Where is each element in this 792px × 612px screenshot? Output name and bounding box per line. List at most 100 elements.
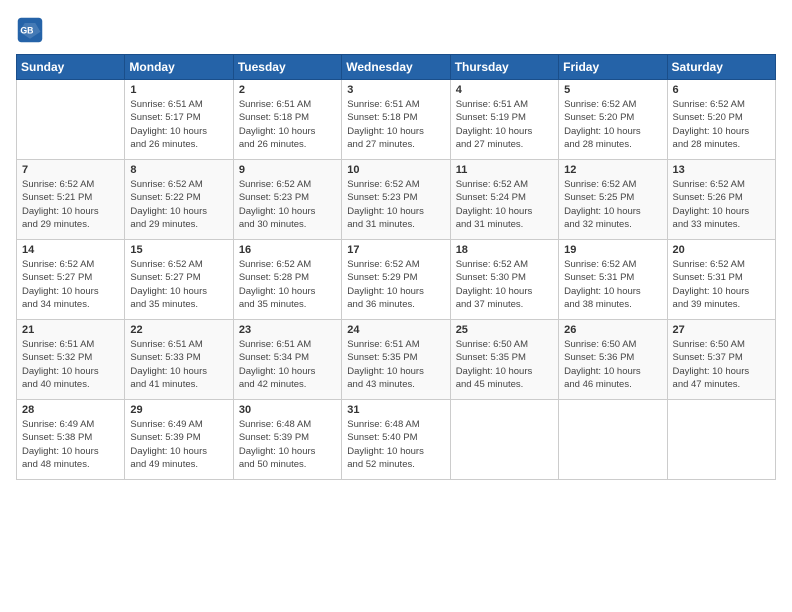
day-info: Sunrise: 6:48 AM Sunset: 5:39 PM Dayligh… (239, 418, 336, 471)
day-cell: 13Sunrise: 6:52 AM Sunset: 5:26 PM Dayli… (667, 160, 775, 240)
day-number: 16 (239, 244, 336, 256)
day-cell: 22Sunrise: 6:51 AM Sunset: 5:33 PM Dayli… (125, 320, 233, 400)
day-cell: 17 Sunrise: 6:52 AM Sunset: 5:29 PM Dayli… (342, 240, 450, 320)
day-cell: 15 Sunrise: 6:52 AM Sunset: 5:27 PM Dayli… (125, 240, 233, 320)
day-cell: 25Sunrise: 6:50 AM Sunset: 5:35 PM Dayli… (450, 320, 558, 400)
day-info: Sunrise: 6:52 AM Sunset: 5:23 PM Dayligh… (239, 178, 336, 231)
col-header-monday: Monday (125, 55, 233, 80)
day-number: 24 (347, 324, 444, 336)
day-number: 22 (130, 324, 227, 336)
day-cell: 27 Sunrise: 6:50 AM Sunset: 5:37 PM Dayli… (667, 320, 775, 400)
day-info: Sunrise: 6:49 AM Sunset: 5:38 PM Dayligh… (22, 418, 119, 471)
day-cell: 31Sunrise: 6:48 AM Sunset: 5:40 PM Dayli… (342, 400, 450, 480)
day-cell: 21 Sunrise: 6:51 AM Sunset: 5:32 PM Dayli… (17, 320, 125, 400)
day-cell: 23Sunrise: 6:51 AM Sunset: 5:34 PM Dayli… (233, 320, 341, 400)
day-cell: 7Sunrise: 6:52 AM Sunset: 5:21 PM Daylig… (17, 160, 125, 240)
day-cell: 19Sunrise: 6:52 AM Sunset: 5:31 PM Dayli… (559, 240, 667, 320)
day-cell (559, 400, 667, 480)
logo-icon: GB (16, 16, 44, 44)
day-info: Sunrise: 6:52 AM Sunset: 5:23 PM Dayligh… (347, 178, 444, 231)
day-cell: 4Sunrise: 6:51 AM Sunset: 5:19 PM Daylig… (450, 80, 558, 160)
day-info: Sunrise: 6:51 AM Sunset: 5:19 PM Dayligh… (456, 98, 553, 151)
day-info: Sunrise: 6:52 AM Sunset: 5:25 PM Dayligh… (564, 178, 661, 231)
day-number: 26 (564, 324, 661, 336)
day-number: 5 (564, 84, 661, 96)
day-info: Sunrise: 6:51 AM Sunset: 5:17 PM Dayligh… (130, 98, 227, 151)
day-number: 21 (22, 324, 119, 336)
day-info: Sunrise: 6:52 AM Sunset: 5:31 PM Dayligh… (673, 258, 770, 311)
day-cell: 12 Sunrise: 6:52 AM Sunset: 5:25 PM Dayli… (559, 160, 667, 240)
day-number: 3 (347, 84, 444, 96)
day-cell: 16 Sunrise: 6:52 AM Sunset: 5:28 PM Dayli… (233, 240, 341, 320)
col-header-thursday: Thursday (450, 55, 558, 80)
day-number: 27 (673, 324, 770, 336)
day-number: 15 (130, 244, 227, 256)
day-info: Sunrise: 6:52 AM Sunset: 5:24 PM Dayligh… (456, 178, 553, 231)
col-header-friday: Friday (559, 55, 667, 80)
day-cell: 3 Sunrise: 6:51 AM Sunset: 5:18 PM Daylig… (342, 80, 450, 160)
day-cell: 30 Sunrise: 6:48 AM Sunset: 5:39 PM Dayli… (233, 400, 341, 480)
day-cell: 26 Sunrise: 6:50 AM Sunset: 5:36 PM Dayli… (559, 320, 667, 400)
day-cell (667, 400, 775, 480)
col-header-tuesday: Tuesday (233, 55, 341, 80)
day-number: 10 (347, 164, 444, 176)
day-info: Sunrise: 6:50 AM Sunset: 5:36 PM Dayligh… (564, 338, 661, 391)
col-header-wednesday: Wednesday (342, 55, 450, 80)
day-number: 8 (130, 164, 227, 176)
week-row-3: 14 Sunrise: 6:52 AM Sunset: 5:27 PM Dayli… (17, 240, 776, 320)
day-info: Sunrise: 6:52 AM Sunset: 5:29 PM Dayligh… (347, 258, 444, 311)
col-header-saturday: Saturday (667, 55, 775, 80)
day-number: 7 (22, 164, 119, 176)
header: GB (16, 16, 776, 44)
week-row-4: 21 Sunrise: 6:51 AM Sunset: 5:32 PM Dayli… (17, 320, 776, 400)
day-cell (17, 80, 125, 160)
day-cell: 29Sunrise: 6:49 AM Sunset: 5:39 PM Dayli… (125, 400, 233, 480)
day-cell: 28 Sunrise: 6:49 AM Sunset: 5:38 PM Dayli… (17, 400, 125, 480)
day-cell: 11 Sunrise: 6:52 AM Sunset: 5:24 PM Dayli… (450, 160, 558, 240)
day-number: 30 (239, 404, 336, 416)
day-info: Sunrise: 6:51 AM Sunset: 5:18 PM Dayligh… (239, 98, 336, 151)
day-info: Sunrise: 6:51 AM Sunset: 5:18 PM Dayligh… (347, 98, 444, 151)
day-number: 2 (239, 84, 336, 96)
day-cell: 6Sunrise: 6:52 AM Sunset: 5:20 PM Daylig… (667, 80, 775, 160)
calendar-table: SundayMondayTuesdayWednesdayThursdayFrid… (16, 54, 776, 480)
day-info: Sunrise: 6:52 AM Sunset: 5:31 PM Dayligh… (564, 258, 661, 311)
day-number: 17 (347, 244, 444, 256)
day-number: 11 (456, 164, 553, 176)
day-info: Sunrise: 6:52 AM Sunset: 5:20 PM Dayligh… (564, 98, 661, 151)
day-info: Sunrise: 6:52 AM Sunset: 5:30 PM Dayligh… (456, 258, 553, 311)
day-number: 18 (456, 244, 553, 256)
day-cell (450, 400, 558, 480)
day-cell: 10 Sunrise: 6:52 AM Sunset: 5:23 PM Dayli… (342, 160, 450, 240)
day-number: 20 (673, 244, 770, 256)
page-container: GB SundayMondayTuesdayWednesdayThursdayF… (0, 0, 792, 488)
day-info: Sunrise: 6:52 AM Sunset: 5:20 PM Dayligh… (673, 98, 770, 151)
col-header-sunday: Sunday (17, 55, 125, 80)
day-number: 9 (239, 164, 336, 176)
day-number: 12 (564, 164, 661, 176)
day-info: Sunrise: 6:52 AM Sunset: 5:27 PM Dayligh… (22, 258, 119, 311)
day-cell: 8 Sunrise: 6:52 AM Sunset: 5:22 PM Daylig… (125, 160, 233, 240)
day-info: Sunrise: 6:52 AM Sunset: 5:28 PM Dayligh… (239, 258, 336, 311)
day-cell: 20 Sunrise: 6:52 AM Sunset: 5:31 PM Dayli… (667, 240, 775, 320)
day-info: Sunrise: 6:52 AM Sunset: 5:26 PM Dayligh… (673, 178, 770, 231)
day-info: Sunrise: 6:51 AM Sunset: 5:32 PM Dayligh… (22, 338, 119, 391)
svg-text:GB: GB (20, 26, 33, 36)
logo: GB (16, 16, 48, 44)
day-info: Sunrise: 6:51 AM Sunset: 5:35 PM Dayligh… (347, 338, 444, 391)
day-number: 23 (239, 324, 336, 336)
day-cell: 2 Sunrise: 6:51 AM Sunset: 5:18 PM Daylig… (233, 80, 341, 160)
day-number: 14 (22, 244, 119, 256)
day-number: 25 (456, 324, 553, 336)
day-cell: 5 Sunrise: 6:52 AM Sunset: 5:20 PM Daylig… (559, 80, 667, 160)
day-number: 29 (130, 404, 227, 416)
day-info: Sunrise: 6:50 AM Sunset: 5:37 PM Dayligh… (673, 338, 770, 391)
week-row-2: 7Sunrise: 6:52 AM Sunset: 5:21 PM Daylig… (17, 160, 776, 240)
day-info: Sunrise: 6:52 AM Sunset: 5:27 PM Dayligh… (130, 258, 227, 311)
week-row-1: 1 Sunrise: 6:51 AM Sunset: 5:17 PM Daylig… (17, 80, 776, 160)
day-cell: 1 Sunrise: 6:51 AM Sunset: 5:17 PM Daylig… (125, 80, 233, 160)
day-info: Sunrise: 6:52 AM Sunset: 5:22 PM Dayligh… (130, 178, 227, 231)
day-number: 28 (22, 404, 119, 416)
day-cell: 9 Sunrise: 6:52 AM Sunset: 5:23 PM Daylig… (233, 160, 341, 240)
day-number: 1 (130, 84, 227, 96)
